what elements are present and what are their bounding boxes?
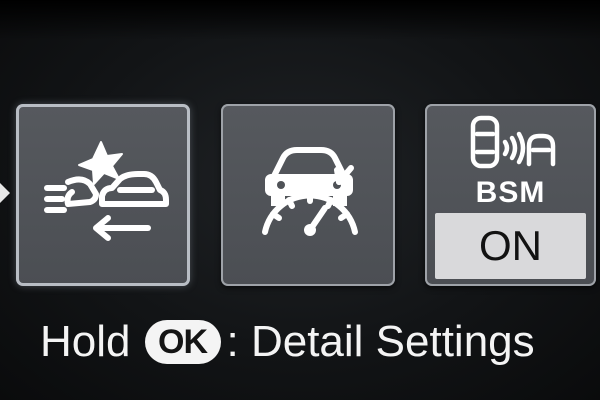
- tile-radar-cruise[interactable]: [221, 104, 395, 286]
- top-shadow: [0, 0, 600, 40]
- tile-pre-collision[interactable]: [16, 104, 190, 286]
- pre-collision-warning-icon: [44, 141, 169, 241]
- selection-arrow-icon: [0, 183, 10, 203]
- hint-prefix: Hold: [40, 317, 131, 366]
- hint-bar: Hold OK : Detail Settings: [40, 312, 535, 372]
- ok-button-icon: OK: [144, 320, 221, 364]
- hint-suffix: : Detail Settings: [226, 317, 535, 366]
- radar-cruise-distance-icon: [262, 147, 358, 236]
- tile-blind-spot-monitor[interactable]: BSM ON: [425, 104, 596, 286]
- ok-button-label: OK: [158, 322, 208, 361]
- display-screen: BSM ON Hold OK : Detail Settings: [0, 0, 600, 400]
- bsm-status-text: ON: [479, 222, 542, 269]
- bsm-label: BSM: [475, 176, 546, 209]
- bsm-status-badge: ON: [435, 213, 586, 279]
